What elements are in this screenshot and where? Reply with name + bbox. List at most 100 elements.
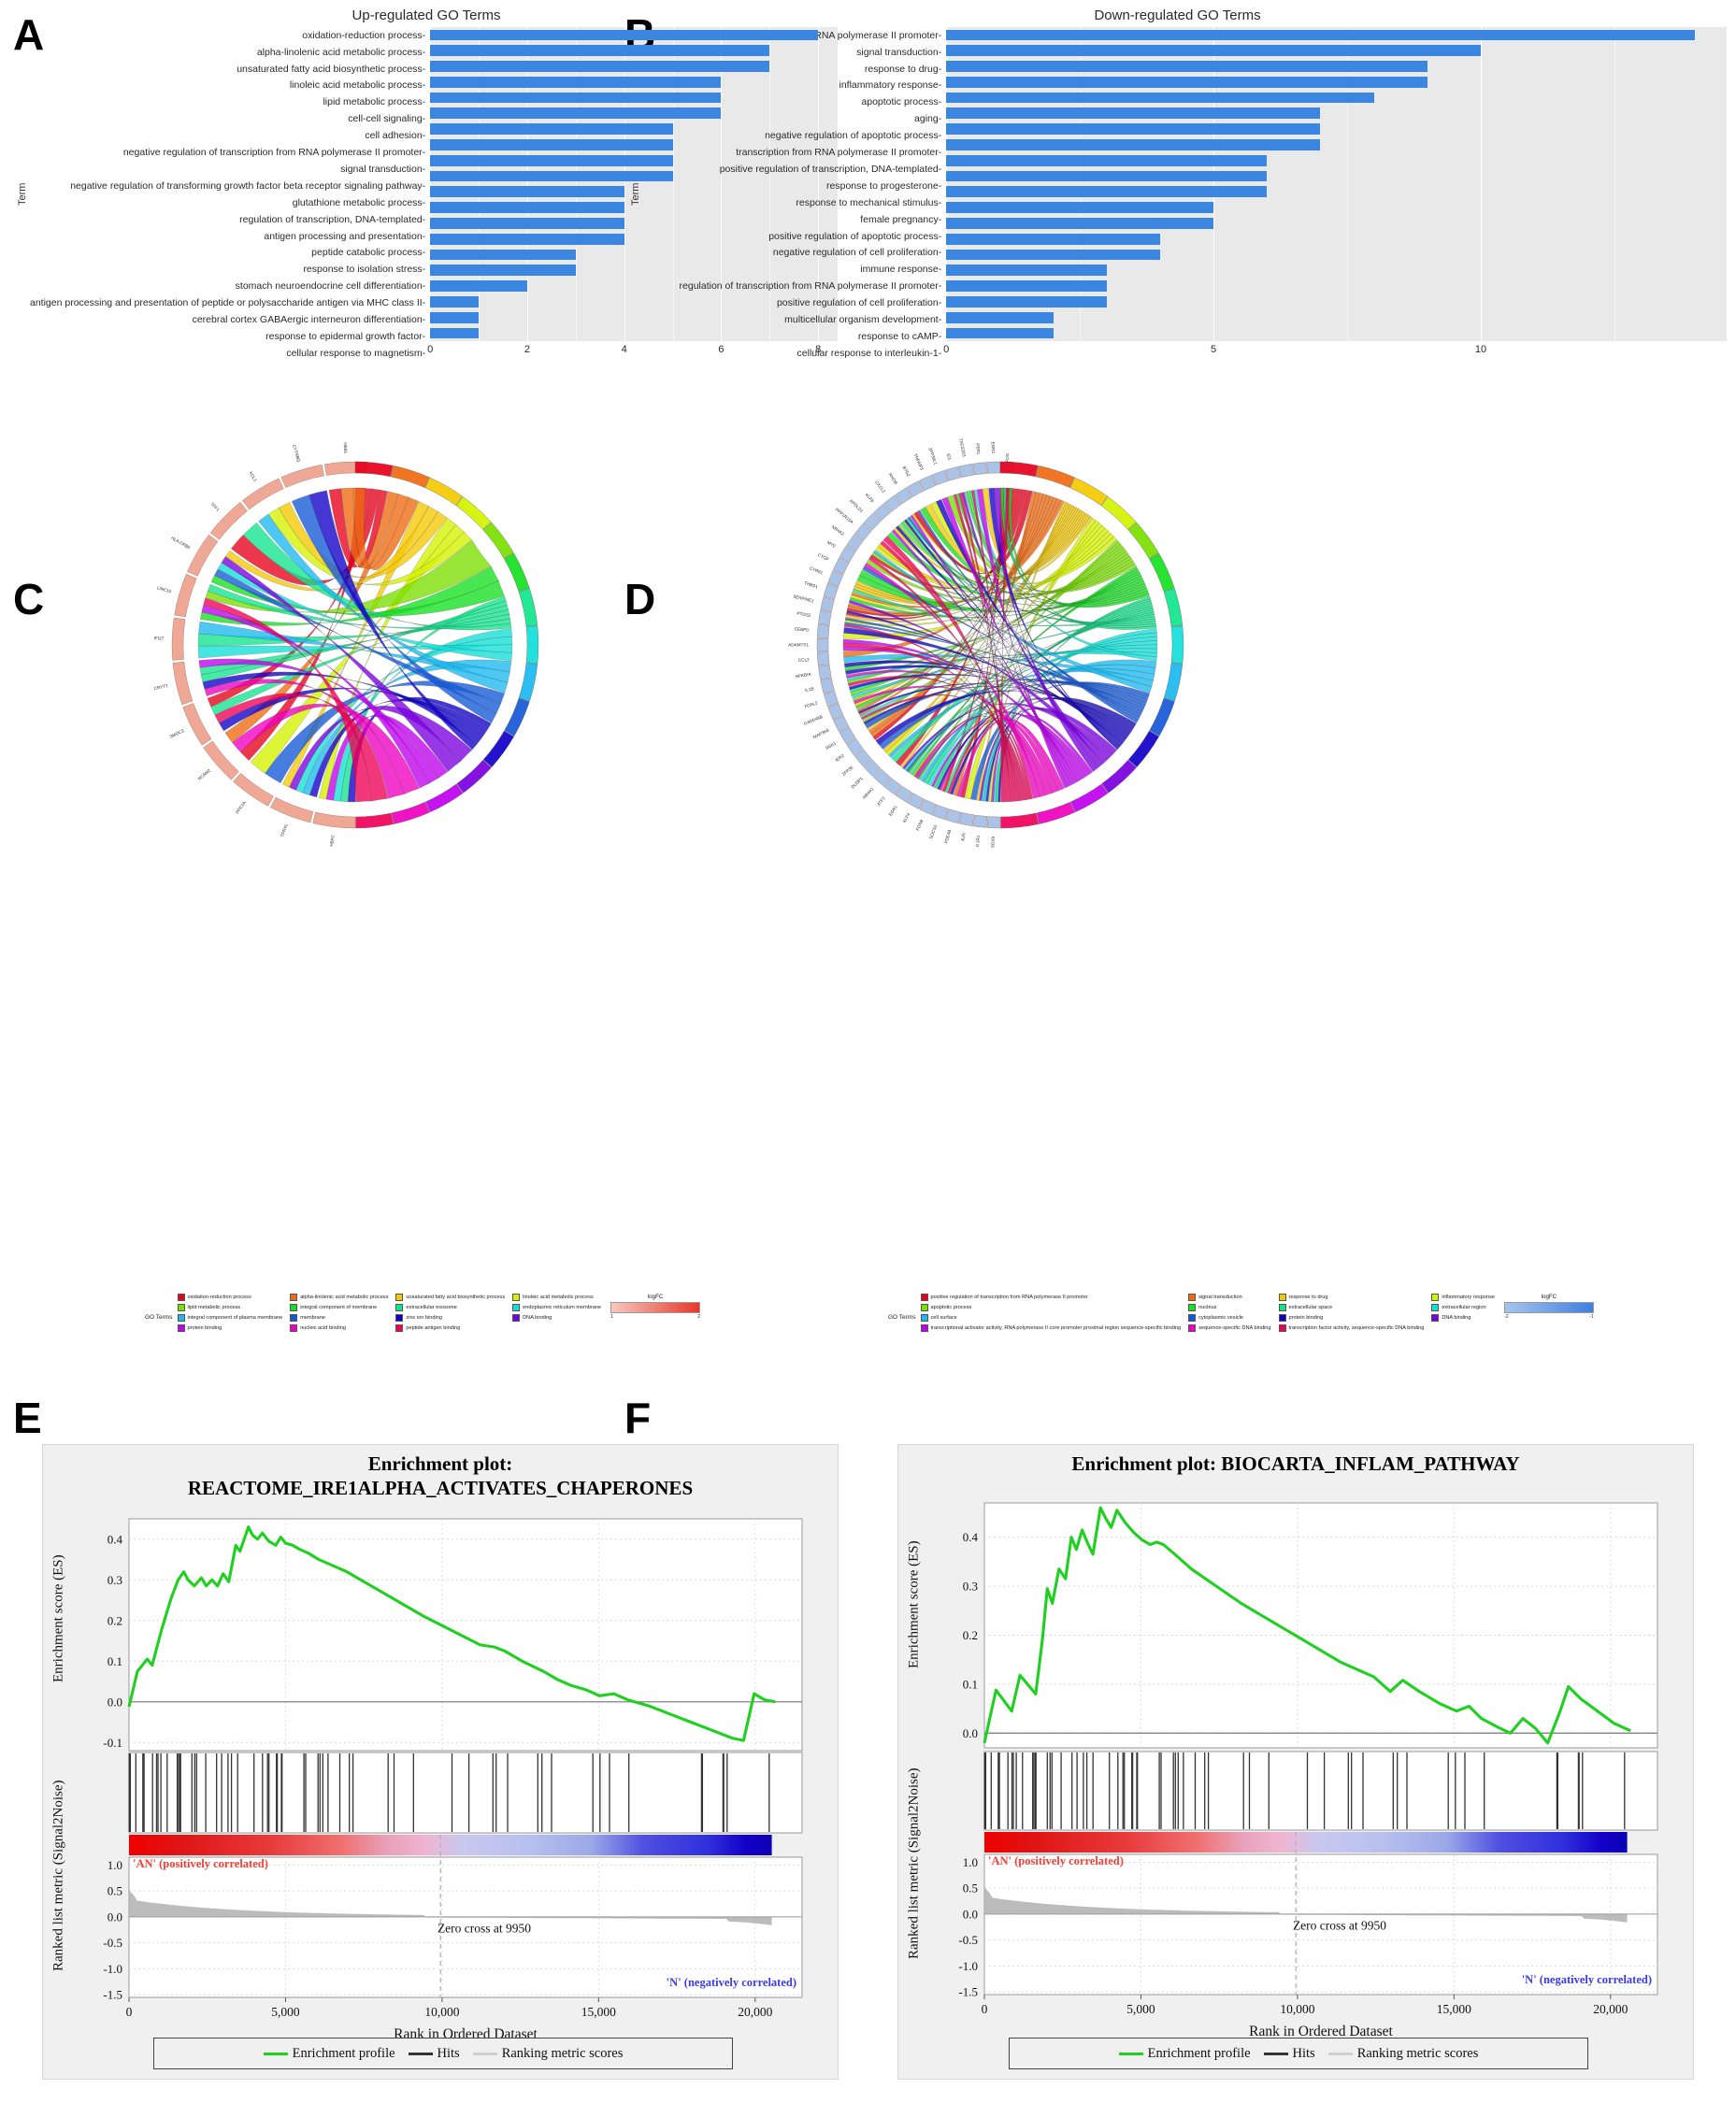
panel-f-legend-ranking: Ranking metric scores — [1327, 2046, 1478, 2062]
panel-e-rank-axis-label: Ranked list metric (Signal2Noise) — [50, 1780, 66, 1972]
panel-d-legend-swatch — [1188, 1314, 1197, 1322]
panel-c-term-arc — [482, 730, 515, 767]
panel-b-plot-area — [946, 27, 1727, 341]
panel-c-term-arc — [482, 522, 514, 559]
panel-c-chord-diagram: HBA2 TPRXL PPC2A NCAM2 SMOC2 CRYTT IFI27 LINC15… — [65, 402, 645, 888]
panel-d-legend-item: sequence-specific DNA binding — [1188, 1324, 1271, 1332]
panel-f-title: Enrichment plot: BIOCARTA_INFLAM_PATHWAY — [898, 1445, 1693, 1479]
panel-d-term-arc — [1170, 625, 1184, 665]
panel-f-zero-cross-label: Zero cross at 9950 — [1293, 1918, 1386, 1932]
hits-line-icon — [1263, 2052, 1288, 2055]
panel-d-term-arc — [1036, 465, 1075, 488]
panel-b-bar — [946, 186, 1268, 198]
panel-b-x-axis-ticks: 0 5 10 — [943, 341, 1727, 362]
panel-d-chord-diagram: SOX9 IL1R1 JUN PDE4B SOCS3 FOSB KLF4 EGR1 ATF3 NR… — [673, 402, 1327, 888]
panel-c-gene-arc — [172, 661, 194, 706]
panel-d-legend-item: transcription factor activity, sequence-… — [1278, 1324, 1424, 1332]
panel-c-legend-item: linoleic acid metabolic process — [512, 1294, 601, 1301]
panel-b-category-label: positive regulation of cell proliferatio… — [643, 295, 941, 312]
panel-d-legend-swatch — [1431, 1294, 1440, 1301]
panel-d-legend-item: positive regulation of transcription fro… — [920, 1294, 1182, 1301]
panel-b-bar-row — [946, 200, 1727, 216]
panel-b-bar — [946, 265, 1107, 277]
panel-d-gene-arc — [816, 637, 829, 652]
panel-e-x-tick-label: 15,000 — [581, 2005, 616, 2019]
panel-a-bar — [430, 186, 624, 198]
panel-c-legend-swatch — [177, 1314, 185, 1322]
panel-b-bar-row — [946, 231, 1727, 247]
panel-c-gene-arc — [280, 465, 324, 488]
panel-b-x-tick: 10 — [1474, 344, 1487, 355]
panel-c-term-arc — [525, 625, 539, 665]
panel-a-y-axis-label: Term — [17, 182, 28, 207]
panel-b-category-label: positive regulation of apoptotic process — [643, 228, 941, 245]
panel-d-term-arc — [1070, 783, 1109, 813]
panel-c-gene-label: SMOC2 — [169, 728, 185, 739]
panel-f-es-axis-label: Enrichment score (ES) — [906, 1540, 922, 1668]
panel-e-legend-hits: Hits — [408, 2046, 460, 2062]
panel-a-x-tick: 4 — [621, 344, 627, 355]
panel-b-bar-row — [946, 168, 1727, 184]
panel-f-legend-enrichment-label: Enrichment profile — [1147, 2045, 1251, 2061]
panel-d-gene-label: NR4A1 — [862, 786, 875, 800]
panel-d-gene-label: FOSL2 — [804, 700, 819, 708]
panel-letter-e: E — [13, 1394, 42, 1442]
panel-a-bar — [430, 76, 722, 88]
panel-d-legend-swatch — [920, 1294, 928, 1301]
panel-b-bar — [946, 154, 1268, 166]
enrichment-profile-line-icon — [1118, 2052, 1143, 2055]
panel-a-x-tick: 2 — [524, 344, 530, 355]
panel-f-negative-correlation-label: 'N' (negatively correlated) — [1522, 1973, 1652, 1986]
panel-c-gene-arc — [182, 703, 212, 746]
panel-c-gene-label: PPC2A — [235, 799, 247, 814]
panel-e-correlation-colorbar — [129, 1835, 772, 1856]
panel-d-chord-canvas: SOX9 IL1R1 JUN PDE4B SOCS3 FOSB KLF4 EGR1 ATF3 NR… — [673, 402, 1327, 893]
panel-d-legend-item: cell surface — [920, 1314, 1182, 1322]
panel-a-bar-row — [430, 27, 838, 43]
panel-a-category-label: linoleic acid metabolic process — [30, 78, 425, 94]
panel-d-legend-items: positive regulation of transcription fro… — [920, 1294, 1495, 1332]
panel-d-legend-label: apoptotic process — [930, 1304, 972, 1310]
panel-e-es-frame — [128, 1518, 803, 1752]
panel-e-legend-enrichment-label: Enrichment profile — [292, 2045, 395, 2061]
panel-c-legend-label: membrane — [300, 1314, 325, 1321]
panel-b-x-tick: 5 — [1211, 344, 1217, 355]
panel-d-gene-label: JUN — [960, 833, 967, 842]
panel-d-gene-arc — [945, 808, 962, 824]
panel-d-gene-label: IER2 — [835, 753, 846, 763]
panel-a-bar — [430, 107, 722, 120]
panel-b-bar — [946, 311, 1054, 323]
panel-a-category-label: cellular response to magnetism — [30, 345, 425, 362]
panel-c-gene-arc — [242, 478, 284, 510]
panel-d-gene-label: EGR2 — [991, 442, 996, 454]
panel-c-gene-label: NCAM2 — [197, 767, 212, 781]
panel-d-legend-swatch — [920, 1304, 928, 1311]
panel-d-gene-label: ID1 — [946, 453, 953, 462]
panel-a-category-label: cell-cell signaling — [30, 111, 425, 128]
panel-c-logfc-max: 2 — [697, 1314, 701, 1320]
panel-d-gene-arc — [816, 623, 830, 638]
panel-b-bar — [946, 123, 1321, 136]
panel-f-title-line1: Enrichment plot: BIOCARTA_INFLAM_PATHWAY — [1071, 1452, 1520, 1475]
panel-c-term-arc — [518, 588, 538, 627]
panel-c-legend-swatch — [290, 1294, 298, 1301]
panel-d-term-arc — [999, 461, 1039, 478]
panel-e-legend-enrichment: Enrichment profile — [263, 2045, 395, 2062]
panel-b-bar — [946, 202, 1214, 214]
panel-a-category-label: antigen processing and presentation — [30, 228, 425, 245]
ranking-metric-line-icon — [472, 2052, 497, 2055]
panel-d-gene-label: IL1B — [805, 686, 814, 693]
panel-d-legend-swatch — [1188, 1324, 1197, 1332]
panel-d-gene-arc — [972, 814, 988, 828]
panel-d-term-arc — [1127, 522, 1159, 559]
panel-e-metric-ytick: -0.5 — [103, 1936, 122, 1950]
panel-a-bar — [430, 92, 722, 104]
panel-f-es-ytick: 0.4 — [963, 1530, 979, 1544]
panel-b-bar-row — [946, 106, 1727, 122]
panel-e-metric-ytick: 0.5 — [108, 1884, 122, 1898]
panel-c-legend-swatch — [512, 1314, 521, 1322]
panel-c-legend-item: endoplasmic reticulum membrane — [512, 1304, 601, 1311]
panel-c-gene-label: TPRXL — [280, 823, 289, 837]
panel-c-chord-canvas: HBA2 TPRXL PPC2A NCAM2 SMOC2 CRYTT IFI27 LINC15… — [65, 402, 645, 893]
panel-e-gsea-plot: Enrichment plot: REACTOME_IRE1ALPHA_ACTI… — [42, 1444, 839, 2080]
